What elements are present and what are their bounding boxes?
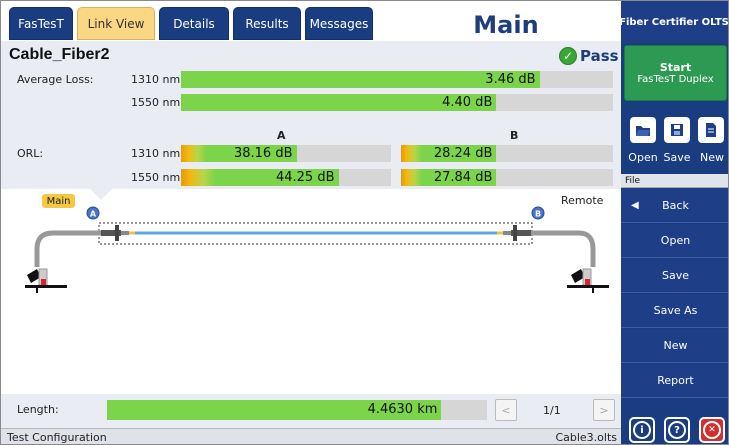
svg-text:A: A <box>90 210 97 219</box>
tab-bar: FasTesT Link View Details Results Messag… <box>1 1 621 43</box>
orl-column-b: B <box>510 129 519 142</box>
tab-results[interactable]: Results <box>233 7 301 40</box>
app-title: Fiber Certifier OLTS <box>619 1 729 43</box>
orl-a-bar-1310: 38.16 dB <box>181 145 391 162</box>
prev-page-button[interactable]: < <box>495 399 517 421</box>
orl-column-a: A <box>277 129 286 142</box>
folder-open-icon[interactable] <box>630 117 656 143</box>
length-bar: 4.4630 km <box>107 400 487 420</box>
svg-text:B: B <box>535 210 541 219</box>
main-unit-icon[interactable] <box>25 268 67 293</box>
page-indicator: 1/1 <box>543 404 561 417</box>
tab-messages[interactable]: Messages <box>305 7 373 40</box>
right-panel: Fiber Certifier OLTS Start FasTesT Duple… <box>619 1 729 444</box>
app-title-text: Fiber Certifier OLTS <box>619 16 729 28</box>
orl-a-bar-1550: 44.25 dB <box>181 169 391 186</box>
start-mode-label: FasTesT Duplex <box>637 74 714 85</box>
length-value: 4.4630 km <box>367 402 438 417</box>
save-file-label[interactable]: Save <box>660 151 694 164</box>
loss-wavelength-1550: 1550 nm <box>131 96 181 109</box>
status-file-name: Cable3.olts <box>555 431 617 444</box>
menu-save[interactable]: Save <box>621 259 728 293</box>
fiber-link-graphic: A B <box>25 206 609 293</box>
orl-a-value-1550: 44.25 dB <box>275 170 335 185</box>
tab-link-view[interactable]: Link View <box>77 7 155 40</box>
back-arrow-icon: ◀ <box>631 200 639 211</box>
tab-fastest[interactable]: FasTesT <box>9 7 73 40</box>
pass-label: Pass <box>580 47 619 65</box>
status-bar: Test Configuration Cable3.olts <box>1 428 621 444</box>
length-label: Length: <box>17 403 59 416</box>
menu-back[interactable]: ◀ Back <box>621 189 728 223</box>
new-file-label[interactable]: New <box>695 151 728 164</box>
marker-a[interactable]: A <box>86 206 100 220</box>
menu-report[interactable]: Report <box>621 364 728 398</box>
orl-b-value-1550: 27.84 dB <box>433 170 493 185</box>
pass-status: ✓ Pass <box>559 47 619 65</box>
orl-wavelength-1550: 1550 nm <box>131 171 181 184</box>
orl-wavelength-1310: 1310 nm <box>131 147 181 160</box>
start-label: Start <box>659 61 692 74</box>
average-loss-label: Average Loss: <box>17 73 94 86</box>
app-window: FasTesT Link View Details Results Messag… <box>0 0 729 445</box>
menu-new[interactable]: New <box>621 329 728 363</box>
connector-b-icon <box>503 225 531 241</box>
orl-b-bar-1550: 27.84 dB <box>401 169 613 186</box>
orl-b-bar-1310: 28.24 dB <box>401 145 613 162</box>
patch-cord-right <box>531 230 596 267</box>
file-section-header: File <box>621 174 728 188</box>
loss-value-1550: 4.40 dB <box>442 95 493 110</box>
next-page-button[interactable]: > <box>593 399 615 421</box>
marker-b[interactable]: B <box>531 206 545 220</box>
orl-label: ORL: <box>17 147 44 160</box>
help-icon[interactable]: ? <box>664 417 690 443</box>
tab-details[interactable]: Details <box>159 7 229 40</box>
connector-a-icon <box>101 225 129 241</box>
menu-back-label: Back <box>662 199 689 212</box>
status-left-text: Test Configuration <box>7 431 107 444</box>
close-icon[interactable]: ✕ <box>699 417 725 443</box>
cable-name: Cable_Fiber2 <box>9 46 110 63</box>
page-title: Main <box>473 11 539 39</box>
orl-b-value-1310: 28.24 dB <box>433 146 493 161</box>
patch-cord-left <box>34 230 101 267</box>
start-fastest-duplex-button[interactable]: Start FasTesT Duplex <box>624 45 727 101</box>
loss-value-1310: 3.46 dB <box>485 72 536 87</box>
menu-save-as[interactable]: Save As <box>621 294 728 328</box>
loss-bar-1310: 3.46 dB <box>181 71 613 88</box>
menu-open[interactable]: Open <box>621 224 728 258</box>
open-file-label[interactable]: Open <box>626 151 660 164</box>
document-icon[interactable] <box>698 117 724 143</box>
floppy-icon[interactable] <box>664 117 690 143</box>
loss-wavelength-1310: 1310 nm <box>131 73 181 86</box>
loss-bar-1550: 4.40 dB <box>181 94 613 111</box>
info-icon[interactable]: i <box>629 417 655 443</box>
orl-a-value-1310: 38.16 dB <box>233 146 293 161</box>
remote-unit-icon[interactable] <box>567 268 609 293</box>
checkmark-icon: ✓ <box>559 47 577 65</box>
